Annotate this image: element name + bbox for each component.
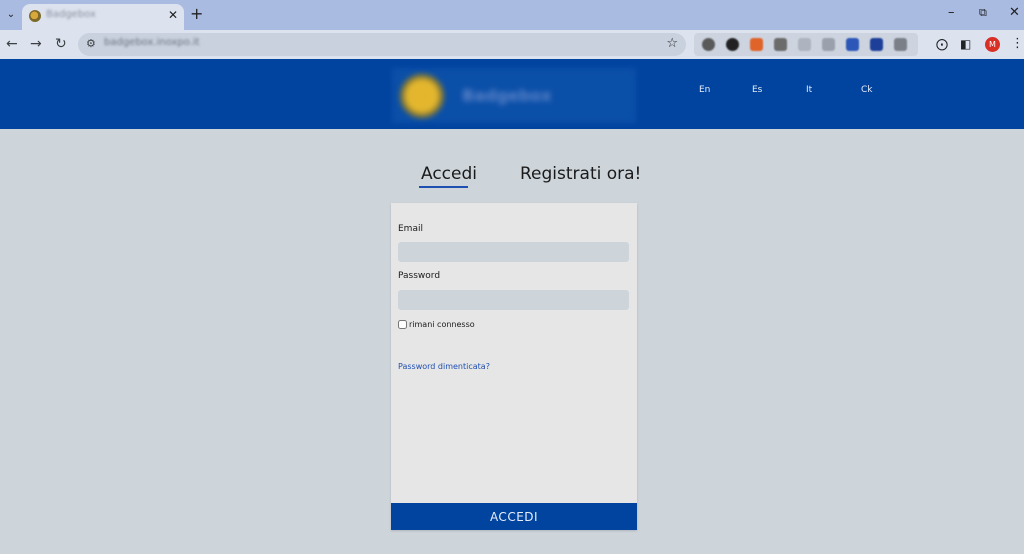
site-header: Badgebox En Es It Ck <box>0 59 1024 129</box>
remember-label[interactable]: rimani connesso <box>409 320 475 329</box>
lang-ck[interactable]: Ck <box>861 85 873 95</box>
close-window-icon[interactable]: ✕ <box>1009 5 1020 21</box>
site-logo[interactable]: Badgebox <box>392 68 636 123</box>
email-label: Email <box>398 224 423 234</box>
browser-tab[interactable]: Badgebox ✕ <box>22 4 184 30</box>
tab-registrati[interactable]: Registrati ora! <box>520 163 641 185</box>
tab-title: Badgebox <box>46 9 96 20</box>
password-field[interactable] <box>398 290 629 310</box>
password-label: Password <box>398 271 441 281</box>
tune-icon[interactable]: ⚙ <box>86 37 96 50</box>
minimize-icon[interactable]: – <box>948 5 955 21</box>
browser-toolbar: ← → ↻ ⚙ badgebox.inoxpo.it ☆ ⨀ ◧ M ⋮ <box>0 30 1024 59</box>
browser-tab-strip: ⌄ Badgebox ✕ + – ⧉ ✕ <box>0 0 1024 30</box>
extension-icon[interactable] <box>894 38 907 51</box>
extension-icon[interactable] <box>870 38 883 51</box>
extension-icon[interactable] <box>726 38 739 51</box>
email-field[interactable] <box>398 242 629 262</box>
logo-emblem-icon <box>400 74 444 118</box>
extension-icon[interactable] <box>846 38 859 51</box>
remember-me: rimani connesso <box>398 320 475 329</box>
lang-es[interactable]: Es <box>752 85 762 95</box>
plus-icon[interactable]: + <box>190 5 203 23</box>
restore-icon[interactable]: ⧉ <box>979 5 987 21</box>
arrow-left-icon[interactable]: ← <box>6 36 18 52</box>
lang-it[interactable]: It <box>806 85 812 95</box>
login-card: Email Password rimani connesso Password … <box>391 203 637 530</box>
puzzle-icon[interactable]: ⨀ <box>936 37 948 51</box>
extension-icon[interactable] <box>702 38 715 51</box>
url-text[interactable]: badgebox.inoxpo.it <box>104 37 200 48</box>
reload-icon[interactable]: ↻ <box>55 36 67 52</box>
star-icon[interactable]: ☆ <box>666 36 678 51</box>
kebab-icon[interactable]: ⋮ <box>1011 36 1024 51</box>
extension-icon[interactable] <box>774 38 787 51</box>
logo-text: Badgebox <box>462 86 552 105</box>
favicon-icon <box>29 10 41 22</box>
tab-accedi[interactable]: Accedi <box>421 163 477 185</box>
extensions-bar <box>694 33 918 56</box>
close-icon[interactable]: ✕ <box>168 8 178 22</box>
address-bar[interactable]: ⚙ badgebox.inoxpo.it ☆ <box>78 33 686 56</box>
extension-icon[interactable] <box>822 38 835 51</box>
extension-icon[interactable] <box>750 38 763 51</box>
lang-en[interactable]: En <box>699 85 710 95</box>
side-panel-icon[interactable]: ◧ <box>960 37 971 51</box>
forgot-password-link[interactable]: Password dimenticata? <box>398 362 490 371</box>
active-tab-indicator <box>419 186 468 188</box>
login-button[interactable]: ACCEDI <box>391 503 637 530</box>
avatar[interactable]: M <box>985 37 1000 52</box>
remember-checkbox[interactable] <box>398 320 407 329</box>
chevron-down-icon[interactable]: ⌄ <box>2 5 20 23</box>
extension-icon[interactable] <box>798 38 811 51</box>
arrow-right-icon[interactable]: → <box>30 36 42 52</box>
